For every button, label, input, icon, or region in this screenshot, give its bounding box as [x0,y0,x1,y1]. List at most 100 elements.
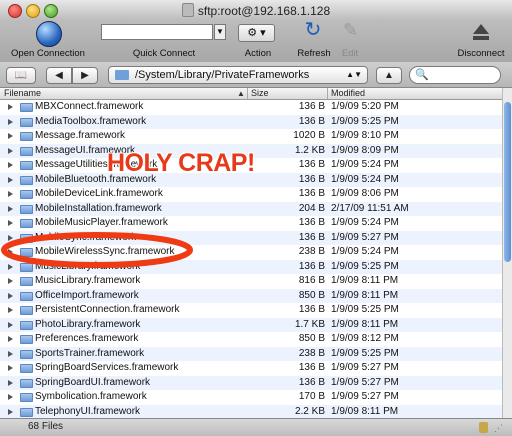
disclosure-triangle-icon[interactable] [8,307,13,313]
disclosure-triangle-icon[interactable] [8,365,13,371]
column-divider[interactable] [247,88,248,99]
file-modified: 1/9/09 5:27 PM [331,376,399,388]
filename-column-header[interactable]: Filename [4,88,41,99]
column-divider[interactable] [327,88,328,99]
file-modified: 1/9/09 8:09 PM [331,144,399,156]
gear-icon: ⚙ ▾ [238,24,275,42]
file-row[interactable]: SpringBoardUI.framework 136 B 1/9/09 5:27 … [0,375,502,390]
folder-icon [20,364,33,373]
file-size: 136 B [298,260,325,272]
open-connection-button[interactable]: Open Connection [4,20,92,62]
file-row[interactable]: Preferences.framework 850 B 1/9/09 8:12 PM [0,332,502,347]
disclosure-triangle-icon[interactable] [8,205,13,212]
quick-connect: ▼ Quick Connect [101,20,227,62]
disclosure-triangle-icon[interactable] [8,147,13,154]
file-modified: 1/9/09 8:11 PM [331,318,399,330]
file-row[interactable]: MusicLibrary.framework 816 B 1/9/09 8:11 P… [0,274,502,289]
action-button[interactable]: ⚙ ▾ Action [238,20,278,62]
disclosure-triangle-icon[interactable] [8,118,13,125]
file-row[interactable]: SpringBoardServices.framework 136 B 1/9/09… [0,361,502,376]
parent-directory-button[interactable]: ▲ [376,67,402,84]
file-name: PersistentConnection.framework [35,304,180,315]
file-row[interactable]: MobileInstallation.framework 204 B 2/17/09… [0,201,502,216]
refresh-icon: ↻ [304,19,322,41]
file-count: 68 Files [28,421,64,432]
file-modified: 1/9/09 5:25 PM [331,347,399,359]
disclosure-triangle-icon[interactable] [8,292,13,299]
path-text: /System/Library/PrivateFrameworks [135,69,310,81]
file-modified: 1/9/09 5:24 PM [331,159,399,170]
resize-grip-icon[interactable]: ⋰ [494,423,503,434]
quick-connect-field[interactable] [101,24,213,40]
file-name: Symbolication.framework [35,391,147,402]
file-size: 136 B [298,101,325,112]
disclosure-triangle-icon[interactable] [8,350,13,357]
disclosure-triangle-icon[interactable] [8,408,13,415]
disclosure-triangle-icon[interactable] [8,278,13,284]
back-button[interactable]: ◀ [46,67,72,84]
window-title-text: sftp:root@192.168.1.128 [197,4,331,18]
file-row[interactable]: PhotoLibrary.framework 1.7 KB 1/9/09 8:11 … [0,317,502,332]
disclosure-triangle-icon[interactable] [8,133,13,139]
search-field[interactable]: 🔍 [409,66,501,84]
file-row[interactable]: SportsTrainer.framework 238 B 1/9/09 5:25 … [0,346,502,361]
quick-connect-dropdown[interactable]: ▼ [214,24,226,40]
file-row[interactable]: MBXConnect.framework 136 B 1/9/09 5:20 PM [0,100,502,115]
disclosure-triangle-icon[interactable] [8,321,13,328]
disclosure-triangle-icon[interactable] [8,394,13,400]
file-size: 136 B [298,173,325,185]
vertical-scrollbar[interactable] [502,88,512,418]
up-arrow-icon: ▲ [384,70,394,81]
folder-icon [20,103,33,112]
folder-icon [115,70,129,80]
file-row[interactable]: Message.framework 1020 B 1/9/09 8:10 PM [0,129,502,144]
file-size: 1.7 KB [294,318,325,330]
quick-connect-label: Quick Connect [132,48,196,59]
folder-icon [20,407,33,417]
disclosure-triangle-icon[interactable] [8,336,13,342]
file-size: 136 B [298,231,325,243]
file-size: 136 B [298,304,325,315]
file-row[interactable]: PersistentConnection.framework 136 B 1/9/0… [0,303,502,318]
file-name: Message.framework [35,130,126,141]
file-size: 136 B [298,376,325,388]
file-size: 850 B [298,289,325,301]
size-column-header[interactable]: Size [251,88,269,99]
file-size: 136 B [298,115,325,127]
scrollbar-thumb[interactable] [504,102,511,262]
disclosure-triangle-icon[interactable] [8,104,13,110]
path-popup[interactable]: /System/Library/PrivateFrameworks ▲▼ [108,66,368,84]
toolbar: Open Connection ▼ Quick Connect ⚙ ▾ Acti… [0,20,512,62]
folder-icon [20,132,33,141]
file-name: MusicLibrary.framework [35,275,141,286]
disclosure-triangle-icon[interactable] [8,162,13,168]
disclosure-triangle-icon[interactable] [8,220,13,226]
path-bar: 📖 ◀ ▶ /System/Library/PrivateFrameworks … [0,62,512,88]
disclosure-triangle-icon[interactable] [8,176,13,183]
folder-icon [20,161,33,170]
file-row[interactable]: MobileDeviceLink.framework 136 B 1/9/09 8:… [0,187,502,202]
file-row[interactable]: TelephonyUI.framework 2.2 KB 1/9/09 8:11 P… [0,404,502,418]
annotation-text: HOLY CRAP! [107,149,255,177]
folder-icon [20,306,33,315]
file-name: MobileDeviceLink.framework [35,188,163,199]
edit-button[interactable]: ✎ Edit [339,20,361,62]
folder-icon [20,146,33,156]
modified-column-header[interactable]: Modified [331,88,365,99]
refresh-button[interactable]: ↻ Refresh [297,20,331,62]
disclosure-triangle-icon[interactable] [8,379,13,386]
file-row[interactable]: MediaToolbox.framework 136 B 1/9/09 5:25 P… [0,114,502,129]
file-row[interactable]: Symbolication.framework 170 B 1/9/09 5:27 … [0,390,502,405]
file-name: SpringBoardUI.framework [35,376,151,388]
window-title: sftp:root@192.168.1.128 [0,3,512,18]
file-size: 1.2 KB [294,144,325,156]
folder-icon [20,320,33,330]
forward-button[interactable]: ▶ [72,67,98,84]
file-row[interactable]: OfficeImport.framework 850 B 1/9/09 8:11 P… [0,288,502,303]
disclosure-triangle-icon[interactable] [8,191,13,197]
bookmarks-button[interactable]: 📖 [6,67,36,84]
disconnect-button[interactable]: Disconnect [455,20,507,62]
file-modified: 1/9/09 5:25 PM [331,304,399,315]
pencil-icon: ✎ [343,20,359,40]
file-modified: 1/9/09 8:11 PM [331,405,399,417]
